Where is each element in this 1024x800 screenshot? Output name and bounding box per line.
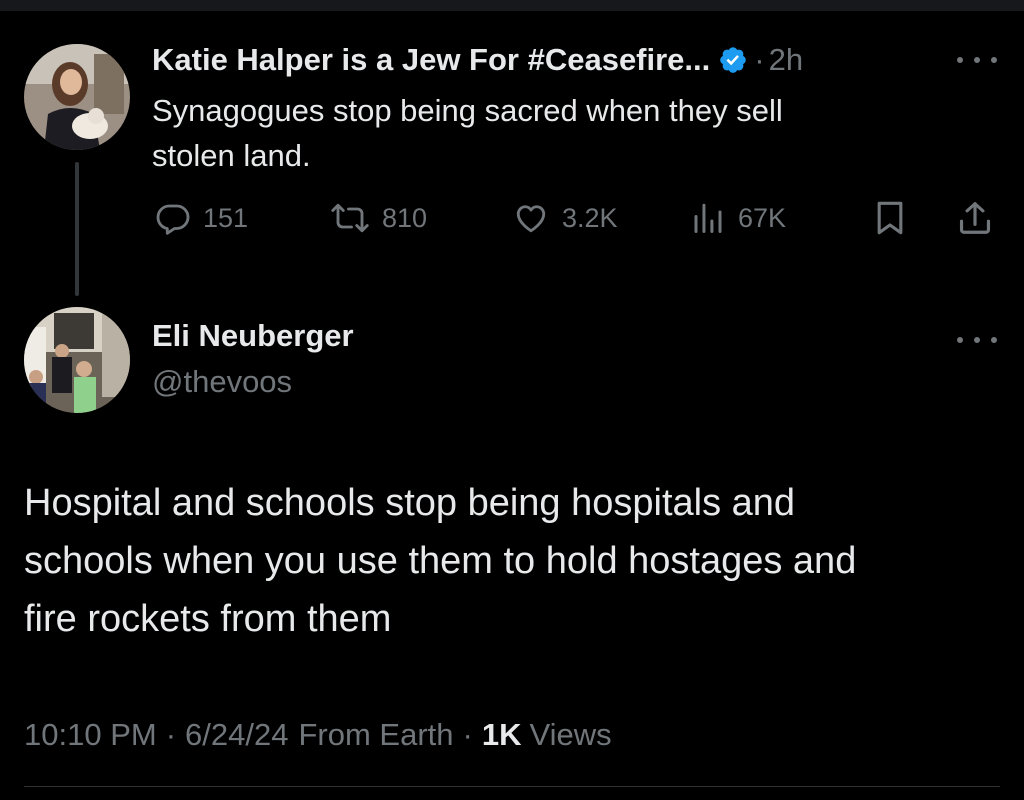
- tweet1-text-line: stolen land.: [152, 138, 311, 173]
- bookmark-icon: [873, 199, 907, 237]
- author-avatar-katie[interactable]: [24, 44, 130, 150]
- retweet-button[interactable]: 810: [330, 196, 427, 240]
- tweet2-text-line: Hospital and schools stop being hospital…: [24, 482, 796, 524]
- tweet2-author-name[interactable]: Eli Neuberger: [152, 318, 354, 354]
- like-button[interactable]: 3.2K: [512, 196, 618, 240]
- verified-badge-icon: [718, 45, 748, 75]
- tweet2-time[interactable]: 10:10 PM: [24, 717, 157, 753]
- tweet1-author-name[interactable]: Katie Halper is a Jew For #Ceasefire...: [152, 42, 710, 78]
- divider: [24, 786, 1000, 787]
- retweet-icon: [330, 200, 370, 236]
- tweet2-source: From Earth: [298, 717, 454, 752]
- bookmark-button[interactable]: [873, 196, 907, 240]
- views-count: 67K: [738, 202, 787, 233]
- meta-separator: ·: [462, 717, 473, 752]
- like-count: 3.2K: [562, 202, 618, 233]
- tweet1-text: Synagogues stop being sacred when they s…: [152, 88, 972, 178]
- tweet2-views-count[interactable]: 1K: [482, 717, 522, 753]
- reply-icon: [155, 200, 191, 236]
- tweet2-text: Hospital and schools stop being hospital…: [24, 474, 984, 648]
- tweet1-text-line: Synagogues stop being sacred when they s…: [152, 93, 783, 128]
- retweet-count: 810: [382, 202, 428, 233]
- like-icon: [512, 200, 550, 236]
- tweet2-text-line: schools when you use them to hold hostag…: [24, 540, 857, 582]
- reply-count: 151: [203, 202, 249, 233]
- tweet1-more-icon[interactable]: [957, 50, 997, 70]
- views-button[interactable]: 67K: [690, 196, 786, 240]
- tweet2-text-line: fire rockets from them: [24, 598, 392, 640]
- tweet1-timestamp[interactable]: 2h: [769, 42, 803, 78]
- author-avatar-eli[interactable]: [24, 307, 130, 413]
- tweet2-author-handle[interactable]: @thevoos: [152, 364, 292, 400]
- thread-connector-line: [75, 162, 79, 296]
- share-icon: [956, 199, 994, 237]
- views-icon: [690, 200, 726, 236]
- meta-separator: ·: [165, 717, 177, 752]
- tweet1-header: Katie Halper is a Jew For #Ceasefire... …: [152, 38, 803, 82]
- tweet2-views-label: Views: [529, 717, 612, 752]
- header-separator: ·: [754, 42, 765, 77]
- share-button[interactable]: [956, 196, 994, 240]
- reply-button[interactable]: 151: [155, 196, 248, 240]
- tweet2-date[interactable]: 6/24/24: [185, 717, 288, 753]
- tweet2-metadata: 10:10 PM · 6/24/24 From Earth · 1K Views: [24, 712, 612, 758]
- top-bar: [0, 0, 1024, 11]
- tweet2-more-icon[interactable]: [957, 330, 997, 350]
